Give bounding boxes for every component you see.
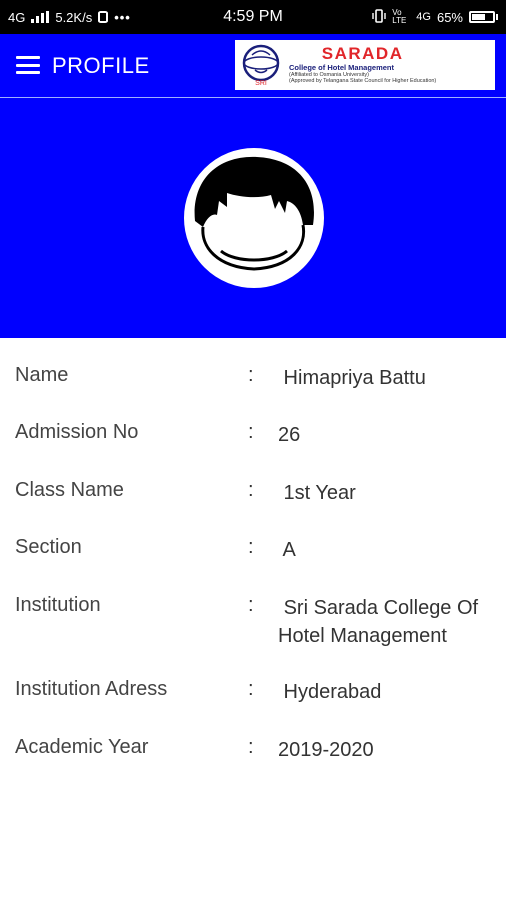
svg-text:SRI: SRI — [255, 80, 267, 87]
field-value: 2019-2020 — [278, 739, 374, 761]
status-bar: 4G 5.2K/s ••• 4:59 PM Vo LTE 4G 65% — [0, 0, 506, 34]
field-label: Academic Year — [15, 736, 149, 758]
field-colon: : — [248, 594, 254, 616]
network-type-right: 4G — [416, 11, 431, 23]
logo-approval: (Approved by Telangana State Council for… — [289, 78, 437, 85]
status-left: 4G 5.2K/s ••• — [8, 0, 131, 34]
signal-icon — [31, 11, 50, 23]
field-label: Admission No — [15, 421, 139, 443]
field-colon: : — [248, 364, 254, 386]
field-value: 1st Year — [278, 482, 356, 504]
status-right: Vo LTE 4G 65% — [372, 0, 498, 34]
logo-subtitle: College of Hotel Management — [289, 63, 395, 73]
field-value: 26 — [278, 424, 301, 446]
logo-text: SARADA College of Hotel Management (Affi… — [289, 45, 436, 85]
college-logo: SRI SARADA College of Hotel Management (… — [235, 40, 495, 90]
field-value: A — [278, 539, 296, 561]
more-notifications-icon: ••• — [114, 9, 131, 25]
field-colon: : — [248, 736, 254, 758]
college-emblem-icon: SRI — [239, 43, 283, 87]
app-bar: PROFILE SRI SARADA College of Hotel Mana… — [0, 34, 506, 98]
volte-icon: Vo LTE — [392, 8, 407, 25]
field-label: Section — [15, 536, 82, 558]
battery-icon — [469, 11, 498, 23]
page-title: PROFILE — [52, 53, 150, 78]
vibrate-icon — [372, 8, 386, 26]
battery-percent: 65% — [436, 9, 463, 25]
profile-banner — [0, 98, 506, 338]
user-avatar-icon — [184, 148, 324, 288]
field-label: Class Name — [15, 479, 124, 501]
field-colon: : — [248, 678, 254, 700]
hamburger-menu-icon[interactable] — [16, 56, 40, 74]
field-value: Hyderabad — [278, 681, 382, 703]
field-label: Institution — [15, 594, 101, 616]
logo-name: SARADA — [321, 44, 404, 64]
field-colon: : — [248, 536, 254, 558]
network-speed: 5.2K/s — [55, 9, 93, 25]
field-colon: : — [248, 479, 254, 501]
network-type: 4G — [8, 9, 26, 25]
field-label: Institution Adress — [15, 678, 168, 700]
profile-screen: 4G 5.2K/s ••• 4:59 PM Vo LTE 4G 65% PROF… — [0, 0, 506, 900]
field-value: Sri Sarada College Of Hotel Management — [278, 597, 484, 647]
field-value: Himapriya Battu — [278, 367, 426, 389]
field-colon: : — [248, 421, 254, 443]
storage-icon — [98, 11, 109, 23]
field-label: Name — [15, 364, 69, 386]
